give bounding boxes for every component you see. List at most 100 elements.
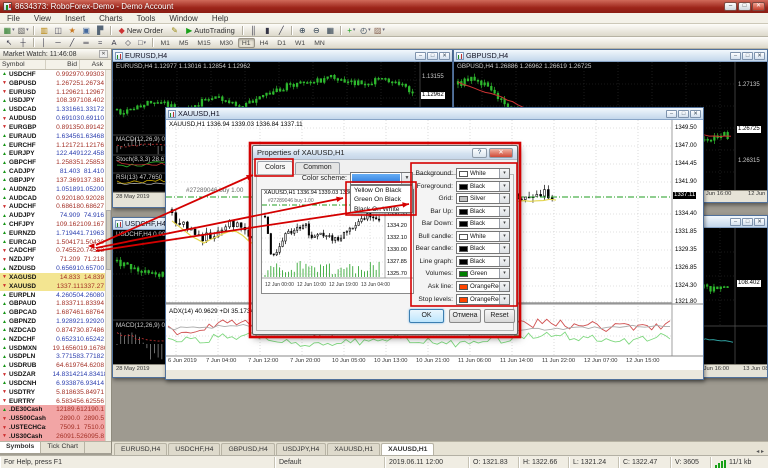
chevron-down-icon[interactable]: ▾	[499, 219, 509, 228]
vertical-line-icon[interactable]: │	[38, 37, 51, 48]
profiles-icon[interactable]: ▧▾	[17, 25, 30, 36]
timeframe-m1[interactable]: M1	[157, 38, 174, 48]
text-icon[interactable]: A	[108, 37, 121, 48]
tab-symbols[interactable]: Symbols	[0, 442, 41, 453]
market-watch-row[interactable]: ▼AUDCHF0.686180.68627	[0, 202, 106, 211]
chart-tab-eurusd-h4[interactable]: EURUSD,H4	[114, 443, 167, 455]
field-combobox-green[interactable]: Green▾	[456, 268, 510, 279]
indicators-icon[interactable]: +▾	[345, 25, 358, 36]
field-combobox-black[interactable]: Black▾	[456, 256, 510, 267]
window-titlebar[interactable]: GBPUSD,H4–□✕	[454, 50, 767, 62]
market-watch-row[interactable]: ▲AUDJPY74.90974.916	[0, 211, 106, 220]
market-watch-row[interactable]: ▲USDCNH6.933876.93414	[0, 379, 106, 388]
chevron-down-icon[interactable]: ▾	[499, 232, 509, 241]
reset-button[interactable]: Reset	[484, 309, 515, 323]
scheme-option-green-on-black[interactable]: Green On Black	[351, 195, 412, 204]
field-combobox-white[interactable]: White▾	[456, 168, 510, 179]
menu-file[interactable]: File	[0, 13, 27, 24]
fibonacci-icon[interactable]: ≈	[94, 37, 107, 48]
chart-tab-xauusd-h1[interactable]: XAUUSD,H1	[381, 443, 434, 455]
minimize-icon[interactable]: –	[730, 218, 741, 226]
chevron-down-icon[interactable]: ▾	[499, 282, 509, 291]
crosshair-icon[interactable]: ┼	[17, 37, 30, 48]
market-watch-row[interactable]: ▼GBPUSD1.267251.26734	[0, 79, 106, 88]
timeframe-d1[interactable]: D1	[273, 38, 290, 48]
field-combobox-black[interactable]: Black▾	[456, 206, 510, 217]
market-watch-row[interactable]: ▲CADJPY81.40381.410	[0, 167, 106, 176]
strategy-tester-icon[interactable]: ▛	[94, 25, 107, 36]
chart-tab-usdchf-h4[interactable]: USDCHF,H4	[168, 443, 220, 455]
market-watch-row[interactable]: ▼AUDUSD0.691030.69110	[0, 114, 106, 123]
column-symbol[interactable]: Symbol	[0, 60, 46, 69]
minimize-icon[interactable]: –	[730, 52, 741, 60]
minimize-icon[interactable]: –	[666, 110, 677, 118]
line-chart-icon[interactable]: ╱	[275, 25, 288, 36]
tab-tick-chart[interactable]: Tick Chart	[41, 442, 85, 453]
restore-icon[interactable]: □	[427, 52, 438, 60]
market-watch-row[interactable]: ▲EURPLN4.260504.26080	[0, 291, 106, 300]
periods-icon[interactable]: ◴▾	[359, 25, 372, 36]
label-icon[interactable]: ◇	[122, 37, 135, 48]
market-watch-row[interactable]: ▼XAGUSD14.83314.839	[0, 273, 106, 282]
column-bid[interactable]: Bid	[46, 60, 80, 69]
field-combobox-orangered[interactable]: OrangeRed▾	[456, 294, 510, 305]
field-combobox-black[interactable]: Black▾	[456, 218, 510, 229]
timeframe-m30[interactable]: M30	[216, 38, 237, 48]
timeframe-m5[interactable]: M5	[175, 38, 192, 48]
zoom-in-icon[interactable]: ⊕	[296, 25, 309, 36]
window-titlebar[interactable]: XAUUSD,H1–□✕	[166, 108, 703, 120]
market-watch-row[interactable]: ▲NZDCAD0.874730.87486	[0, 326, 106, 335]
chart-tab-gbpusd-h4[interactable]: GBPUSD,H4	[221, 443, 274, 455]
market-watch-close-icon[interactable]: ✕	[99, 50, 108, 58]
market-watch-row[interactable]: ▲USDCHF0.992970.99303	[0, 70, 106, 79]
market-watch-scrollbar[interactable]	[105, 70, 111, 441]
market-watch-row[interactable]: ▲USDMXN19.1656019.16780	[0, 344, 106, 353]
window-titlebar[interactable]: EURUSD,H4–□✕	[113, 50, 452, 62]
new-chart-icon[interactable]: ▦▾	[3, 25, 16, 36]
market-watch-row[interactable]: ▼EURGBP0.891350.89142	[0, 123, 106, 132]
market-watch-row[interactable]: ▼EURTRY6.583456.62556	[0, 397, 106, 406]
chevron-down-icon[interactable]: ▾	[499, 207, 509, 216]
market-watch-row[interactable]: ▲USDJPY108.397108.402	[0, 96, 106, 105]
market-watch-row[interactable]: ▲GBPAUD1.833711.83394	[0, 300, 106, 309]
field-combobox-white[interactable]: White▾	[456, 231, 510, 242]
chevron-down-icon[interactable]: ▾	[499, 182, 509, 191]
close-icon[interactable]: ✕	[754, 52, 765, 60]
menu-tools[interactable]: Tools	[130, 13, 163, 24]
templates-icon[interactable]: ▨▾	[373, 25, 386, 36]
trendline-icon[interactable]: ╱	[66, 37, 79, 48]
market-watch-row[interactable]: ▲NZDUSD0.656910.65700	[0, 264, 106, 273]
close-icon[interactable]: ✕	[690, 110, 701, 118]
ok-button[interactable]: OK	[409, 309, 444, 323]
bar-chart-icon[interactable]: ║	[247, 25, 260, 36]
tile-windows-icon[interactable]: ▦	[324, 25, 337, 36]
tab-scroll-arrows[interactable]: ◂ ▸	[752, 448, 768, 455]
timeframe-mn[interactable]: MN	[310, 38, 329, 48]
chevron-down-icon[interactable]: ▾	[499, 244, 509, 253]
chart-tab-xauusd-h1[interactable]: XAUUSD,H1	[327, 443, 380, 455]
menu-insert[interactable]: Insert	[58, 13, 92, 24]
horizontal-line-icon[interactable]: ─	[52, 37, 65, 48]
field-combobox-orangered[interactable]: OrangeRed▾	[456, 281, 510, 292]
close-icon[interactable]: ✕	[754, 218, 765, 226]
autotrading-button[interactable]: ▶AutoTrading	[182, 25, 239, 36]
market-watch-row[interactable]: ▲GBPNZD1.928921.92920	[0, 317, 106, 326]
scheme-option-yellow-on-black[interactable]: Yellow On Black	[351, 186, 412, 195]
chevron-down-icon[interactable]: ▾	[499, 269, 509, 278]
market-watch-row[interactable]: ▼EURUSD1.129621.12967	[0, 88, 106, 97]
minimize-icon[interactable]: –	[724, 2, 737, 11]
new-order-button[interactable]: ◆New Order	[115, 25, 167, 36]
market-watch-row[interactable]: ▼.USTECHCash7509.17510.0	[0, 423, 106, 432]
market-watch-icon[interactable]: ▥	[38, 25, 51, 36]
shapes-icon[interactable]: □▾	[136, 37, 149, 48]
market-watch-row[interactable]: ▲EURCHF1.121721.12176	[0, 141, 106, 150]
close-icon[interactable]: ✕	[752, 2, 765, 11]
hscroll-area[interactable]	[166, 370, 703, 379]
column-ask[interactable]: Ask	[80, 60, 105, 69]
market-watch-row[interactable]: ▲AUDCAD0.920180.92028	[0, 194, 106, 203]
menu-view[interactable]: View	[27, 13, 58, 24]
market-watch-row[interactable]: ▲GBPCHF1.258351.25853	[0, 158, 106, 167]
chevron-down-icon[interactable]: ▾	[499, 295, 509, 304]
candlestick-chart-icon[interactable]: ▮	[261, 25, 274, 36]
navigator-icon[interactable]: ★	[66, 25, 79, 36]
